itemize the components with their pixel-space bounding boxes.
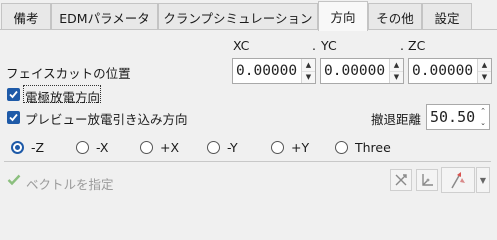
xc-header: XC (233, 38, 250, 53)
radio-minus-z[interactable] (11, 141, 24, 154)
spin-up-icon[interactable]: ▲ (390, 59, 403, 72)
header-dot: . (400, 38, 404, 53)
tab-label: 方向 (330, 10, 356, 25)
electrode-direction-checkbox[interactable] (7, 88, 20, 101)
radio-label-minus-z[interactable]: -Z (31, 140, 44, 155)
radio-minus-y[interactable] (207, 141, 220, 154)
tab-label: 備考 (13, 10, 39, 26)
yc-header: YC (321, 38, 337, 53)
radio-label-three[interactable]: Three (355, 140, 391, 155)
spin-down-icon[interactable]: ▼ (302, 71, 315, 83)
chevron-down-icon: ▼ (479, 175, 487, 185)
divider (4, 161, 491, 162)
coordinate-system-icon (422, 174, 433, 186)
xc-spin-arrows[interactable]: ▲ ▼ (301, 59, 315, 83)
reverse-direction-icon (395, 174, 407, 186)
tab-label: その他 (376, 10, 414, 26)
direction-panel: XC . YC . ZC フェイスカットの位置 0.00000 ▲ ▼ 0.00… (0, 30, 497, 230)
csys-dialog-button[interactable] (416, 169, 438, 191)
vector-inference-icon (451, 172, 465, 189)
xc-spinbox[interactable]: 0.00000 ▲ ▼ (232, 58, 316, 84)
header-dot: . (312, 38, 316, 53)
radio-plus-y[interactable] (271, 141, 284, 154)
tab-other[interactable]: その他 (368, 3, 422, 30)
specify-vector-label: ベクトルを指定 (26, 177, 114, 192)
zc-value[interactable]: 0.00000 (409, 59, 477, 83)
tab-label: EDMパラメータ (59, 10, 150, 26)
preview-direction-label[interactable]: プレビュー放電引き込み方向 (25, 109, 188, 128)
radio-minus-x[interactable] (76, 141, 89, 154)
reverse-direction-button[interactable] (390, 169, 412, 191)
spin-up-icon[interactable]: ⌃ (477, 105, 489, 117)
spin-down-icon[interactable]: ▼ (390, 71, 403, 83)
vector-check-icon (7, 174, 21, 189)
zc-spinbox[interactable]: 0.00000 ▲ ▼ (408, 58, 492, 84)
radio-label-plus-y[interactable]: +Y (291, 140, 309, 155)
yc-spinbox[interactable]: 0.00000 ▲ ▼ (320, 58, 404, 84)
yc-value[interactable]: 0.00000 (321, 59, 389, 83)
xc-value[interactable]: 0.00000 (233, 59, 301, 83)
retract-spin-arrows[interactable]: ⌃ ⌄ (477, 105, 489, 129)
spin-down-icon[interactable]: ⌄ (477, 117, 489, 129)
radio-plus-x[interactable] (140, 141, 153, 154)
radio-three[interactable] (335, 141, 348, 154)
tab-direction[interactable]: 方向 (318, 1, 368, 31)
tab-label: クランプシミュレーション (163, 10, 313, 26)
yc-spin-arrows[interactable]: ▲ ▼ (389, 59, 403, 83)
tab-clamp-simulation[interactable]: クランプシミュレーション (158, 3, 318, 30)
zc-header: ZC (408, 38, 426, 53)
vector-options-dropdown[interactable]: ▼ (476, 167, 490, 193)
preview-direction-checkbox[interactable] (7, 111, 20, 124)
tab-edm-parameters[interactable]: EDMパラメータ (51, 3, 158, 30)
radio-label-plus-x[interactable]: +X (160, 140, 179, 155)
face-cut-position-label: フェイスカットの位置 (6, 66, 131, 81)
radio-label-minus-y[interactable]: -Y (227, 140, 238, 155)
retract-distance-spinbox[interactable]: 50.50 ⌃ ⌄ (426, 104, 490, 130)
electrode-direction-label[interactable]: 電極放電方向 (25, 87, 100, 106)
vector-inference-button[interactable] (441, 167, 475, 193)
tab-notes[interactable]: 備考 (1, 3, 51, 30)
retract-distance-value[interactable]: 50.50 (427, 105, 477, 129)
check-icon (9, 90, 18, 99)
zc-spin-arrows[interactable]: ▲ ▼ (477, 59, 491, 83)
tab-bar: 備考 EDMパラメータ クランプシミュレーション 方向 その他 設定 (0, 0, 497, 31)
tab-settings[interactable]: 設定 (422, 3, 472, 30)
tab-label: 設定 (434, 10, 460, 26)
radio-label-minus-x[interactable]: -X (96, 140, 108, 155)
spin-up-icon[interactable]: ▲ (478, 59, 491, 72)
spin-up-icon[interactable]: ▲ (302, 59, 315, 72)
spin-down-icon[interactable]: ▼ (478, 71, 491, 83)
retract-distance-label: 撤退距離 (371, 112, 422, 127)
check-icon (9, 113, 18, 122)
